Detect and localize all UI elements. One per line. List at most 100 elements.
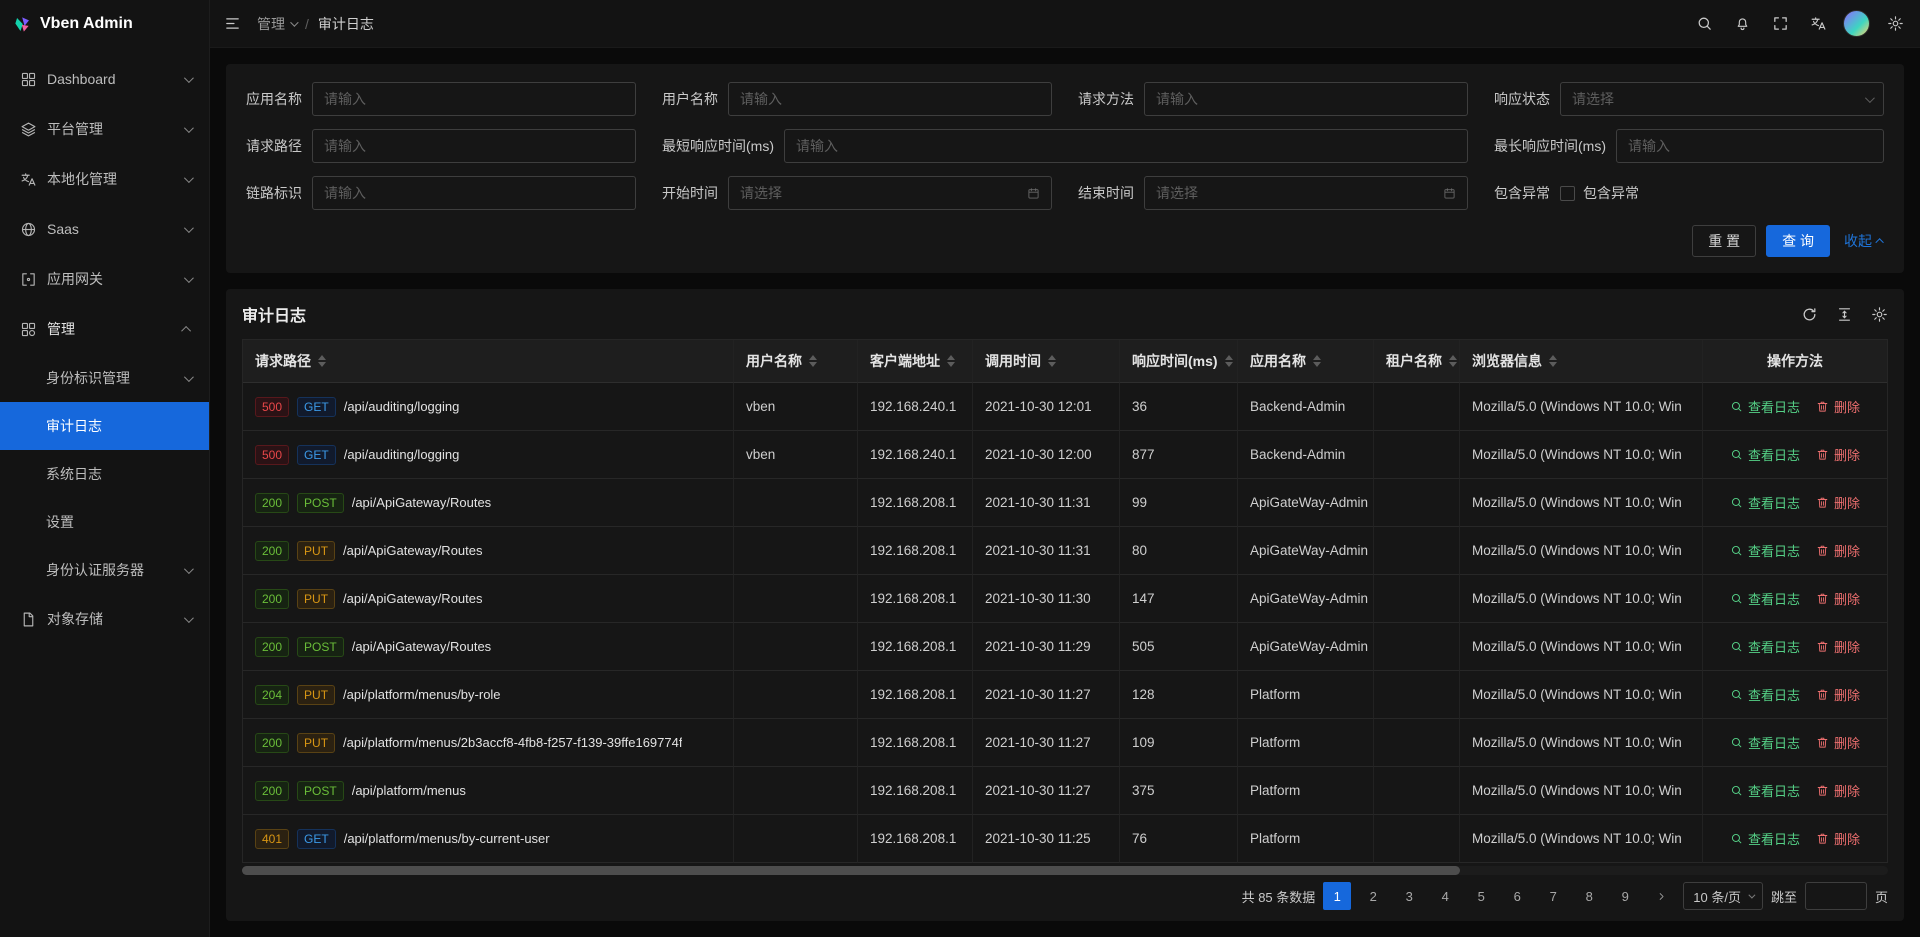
- view-log-button[interactable]: 查看日志: [1730, 685, 1800, 704]
- refresh-icon[interactable]: [1801, 306, 1818, 323]
- page-button-7[interactable]: 7: [1539, 882, 1567, 910]
- view-log-button[interactable]: 查看日志: [1730, 781, 1800, 800]
- app-logo[interactable]: Vben Admin: [0, 0, 209, 48]
- cell-client-ip: 192.168.240.1: [858, 383, 973, 431]
- notification-bell-icon[interactable]: [1723, 0, 1761, 48]
- column-header-tenant[interactable]: 租户名称: [1374, 340, 1460, 383]
- language-icon[interactable]: [1799, 0, 1837, 48]
- sort-icon[interactable]: [318, 355, 326, 367]
- delete-button[interactable]: 删除: [1816, 589, 1860, 608]
- exception-checkbox[interactable]: [1560, 186, 1575, 201]
- sort-icon[interactable]: [1313, 355, 1321, 367]
- table-row[interactable]: 200PUT/api/ApiGateway/Routes 192.168.208…: [243, 527, 1887, 575]
- breadcrumb-parent[interactable]: 管理: [257, 14, 296, 34]
- query-button[interactable]: 查 询: [1766, 225, 1830, 257]
- menu-fold-icon[interactable]: [224, 15, 241, 32]
- sort-icon[interactable]: [1549, 355, 1557, 367]
- page-button-3[interactable]: 3: [1395, 882, 1423, 910]
- delete-button[interactable]: 删除: [1816, 733, 1860, 752]
- sidebar-item-localization[interactable]: 本地化管理: [0, 154, 209, 204]
- http-status-select[interactable]: 请选择: [1560, 82, 1884, 116]
- sidebar-item-dashboard[interactable]: Dashboard: [0, 54, 209, 104]
- field-label: 应用名称: [246, 89, 302, 109]
- column-header-user[interactable]: 用户名称: [734, 340, 858, 383]
- next-page-button[interactable]: [1647, 882, 1675, 910]
- column-header-browser[interactable]: 浏览器信息: [1460, 340, 1703, 383]
- delete-button[interactable]: 删除: [1816, 493, 1860, 512]
- page-button-6[interactable]: 6: [1503, 882, 1531, 910]
- end-time-picker[interactable]: 请选择: [1144, 176, 1468, 210]
- sidebar-item-management[interactable]: 管理: [0, 304, 209, 354]
- request-path-input[interactable]: [312, 129, 636, 163]
- row-height-icon[interactable]: [1836, 306, 1853, 323]
- table-row[interactable]: 204PUT/api/platform/menus/by-role 192.16…: [243, 671, 1887, 719]
- delete-button[interactable]: 删除: [1816, 637, 1860, 656]
- http-method-input[interactable]: [1144, 82, 1468, 116]
- horizontal-scrollbar[interactable]: [242, 866, 1888, 875]
- sort-icon[interactable]: [809, 355, 817, 367]
- table-row[interactable]: 401GET/api/platform/menus/by-current-use…: [243, 815, 1887, 863]
- table-row[interactable]: 500GET/api/auditing/logging vben 192.168…: [243, 431, 1887, 479]
- view-log-button[interactable]: 查看日志: [1730, 493, 1800, 512]
- view-log-button[interactable]: 查看日志: [1730, 637, 1800, 656]
- table-row[interactable]: 200POST/api/platform/menus 192.168.208.1…: [243, 767, 1887, 815]
- user-name-input[interactable]: [728, 82, 1052, 116]
- view-log-button[interactable]: 查看日志: [1730, 397, 1800, 416]
- sidebar-item-platform[interactable]: 平台管理: [0, 104, 209, 154]
- page-button-9[interactable]: 9: [1611, 882, 1639, 910]
- table-row[interactable]: 500GET/api/auditing/logging vben 192.168…: [243, 383, 1887, 431]
- user-avatar[interactable]: [1843, 10, 1870, 37]
- view-log-button[interactable]: 查看日志: [1730, 733, 1800, 752]
- table-row[interactable]: 200PUT/api/ApiGateway/Routes 192.168.208…: [243, 575, 1887, 623]
- page-button-4[interactable]: 4: [1431, 882, 1459, 910]
- page-button-2[interactable]: 2: [1359, 882, 1387, 910]
- page-button-5[interactable]: 5: [1467, 882, 1495, 910]
- table-row[interactable]: 200PUT/api/platform/menus/2b3accf8-4fb8-…: [243, 719, 1887, 767]
- table-row[interactable]: 200POST/api/ApiGateway/Routes 192.168.20…: [243, 479, 1887, 527]
- page-button-8[interactable]: 8: [1575, 882, 1603, 910]
- view-log-button[interactable]: 查看日志: [1730, 541, 1800, 560]
- sidebar-item-audit-log[interactable]: 审计日志: [0, 402, 209, 450]
- collapse-link[interactable]: 收起: [1844, 231, 1884, 251]
- settings-gear-icon[interactable]: [1876, 0, 1914, 48]
- sort-icon[interactable]: [1449, 355, 1457, 367]
- jump-page-input[interactable]: [1805, 882, 1867, 910]
- reset-button[interactable]: 重 置: [1692, 225, 1756, 257]
- delete-button[interactable]: 删除: [1816, 541, 1860, 560]
- sidebar-item-saas[interactable]: Saas: [0, 204, 209, 254]
- sidebar-item-object-storage[interactable]: 对象存储: [0, 594, 209, 644]
- delete-button[interactable]: 删除: [1816, 445, 1860, 464]
- sort-icon[interactable]: [1225, 355, 1233, 367]
- delete-button[interactable]: 删除: [1816, 781, 1860, 800]
- sidebar-item-identity-management[interactable]: 身份标识管理: [0, 354, 209, 402]
- page-button-1[interactable]: 1: [1323, 882, 1351, 910]
- sidebar-item-gateway[interactable]: 应用网关: [0, 254, 209, 304]
- view-log-button[interactable]: 查看日志: [1730, 589, 1800, 608]
- column-settings-gear-icon[interactable]: [1871, 306, 1888, 323]
- column-header-duration[interactable]: 响应时间(ms): [1120, 340, 1238, 383]
- min-duration-input[interactable]: [784, 129, 1468, 163]
- app-name-input[interactable]: [312, 82, 636, 116]
- view-log-button[interactable]: 查看日志: [1730, 445, 1800, 464]
- delete-button[interactable]: 删除: [1816, 397, 1860, 416]
- column-header-app[interactable]: 应用名称: [1238, 340, 1374, 383]
- sidebar-item-system-log[interactable]: 系统日志: [0, 450, 209, 498]
- page-size-select[interactable]: 10 条/页: [1683, 882, 1763, 910]
- sidebar-item-auth-server[interactable]: 身份认证服务器: [0, 546, 209, 594]
- sidebar-item-settings[interactable]: 设置: [0, 498, 209, 546]
- search-icon[interactable]: [1685, 0, 1723, 48]
- start-time-picker[interactable]: 请选择: [728, 176, 1052, 210]
- column-header-client[interactable]: 客户端地址: [858, 340, 973, 383]
- table-row[interactable]: 200POST/api/ApiGateway/Routes 192.168.20…: [243, 623, 1887, 671]
- column-header-time[interactable]: 调用时间: [973, 340, 1120, 383]
- sort-icon[interactable]: [1048, 355, 1056, 367]
- scrollbar-thumb[interactable]: [242, 866, 1460, 875]
- trace-id-input[interactable]: [312, 176, 636, 210]
- max-duration-input[interactable]: [1616, 129, 1884, 163]
- view-log-button[interactable]: 查看日志: [1730, 829, 1800, 848]
- fullscreen-icon[interactable]: [1761, 0, 1799, 48]
- delete-button[interactable]: 删除: [1816, 685, 1860, 704]
- column-header-path[interactable]: 请求路径: [243, 340, 734, 383]
- sort-icon[interactable]: [947, 355, 955, 367]
- delete-button[interactable]: 删除: [1816, 829, 1860, 848]
